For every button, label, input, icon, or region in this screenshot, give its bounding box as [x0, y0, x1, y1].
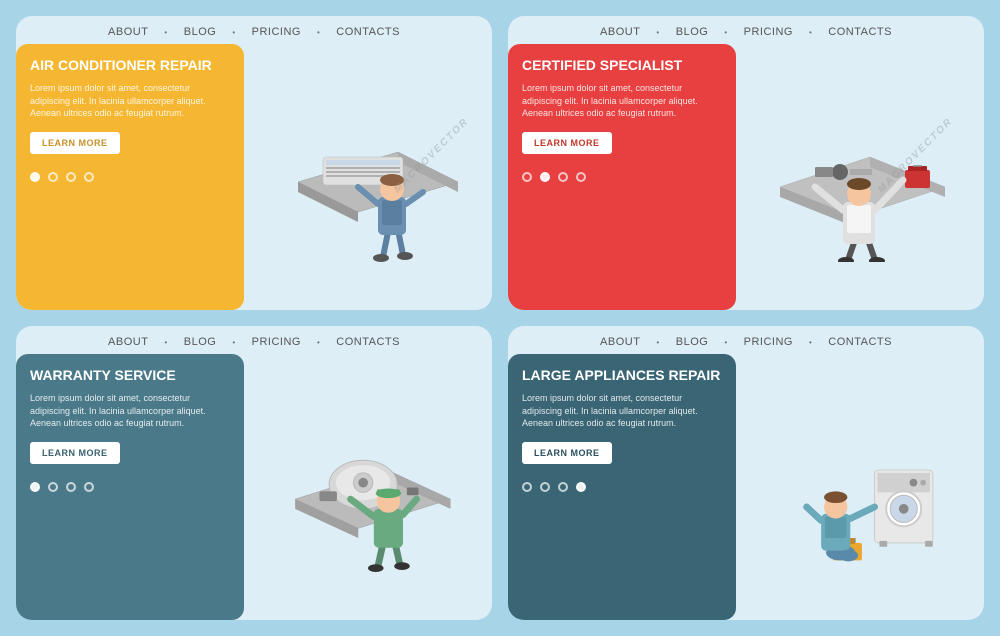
nav-about-2[interactable]: ABOUT [600, 26, 640, 38]
learn-more-btn-2[interactable]: LEARN MORE [522, 132, 612, 154]
figure-warranty [268, 402, 468, 572]
dot-2-3[interactable] [558, 172, 568, 182]
nav-about-1[interactable]: ABOUT [108, 26, 148, 38]
dot-2-4[interactable] [576, 172, 586, 182]
nav-about-3[interactable]: ABOUT [108, 336, 148, 348]
nav-dot-2a: • [656, 26, 659, 38]
nav-warranty: ABOUT • BLOG • PRICING • CONTACTS [16, 326, 492, 354]
nav-blog-3[interactable]: BLOG [184, 336, 217, 348]
dot-2-1[interactable] [522, 172, 532, 182]
dot-3-1[interactable] [30, 482, 40, 492]
nav-blog-4[interactable]: BLOG [676, 336, 709, 348]
card-warranty: ABOUT • BLOG • PRICING • CONTACTS WARRAN… [16, 326, 492, 620]
dot-1-1[interactable] [30, 172, 40, 182]
card-desc-1: Lorem ipsum dolor sit amet, consectetur … [30, 82, 230, 120]
nav-pricing-2[interactable]: PRICING [744, 26, 793, 38]
card-air-conditioner: ABOUT • BLOG • PRICING • CONTACTS AIR CO… [16, 16, 492, 310]
card-left-4: LARGE APPLIANCES REPAIR Lorem ipsum dolo… [508, 354, 736, 620]
card-body-4: LARGE APPLIANCES REPAIR Lorem ipsum dolo… [508, 354, 984, 620]
card-left-1: AIR CONDITIONER REPAIR Lorem ipsum dolor… [16, 44, 244, 310]
nav-dot-3c: • [317, 336, 320, 348]
nav-blog-2[interactable]: BLOG [676, 26, 709, 38]
card-desc-2: Lorem ipsum dolor sit amet, consectetur … [522, 82, 722, 120]
nav-dot-4c: • [809, 336, 812, 348]
learn-more-btn-4[interactable]: LEARN MORE [522, 442, 612, 464]
figure-large-appliances [760, 402, 960, 572]
nav-contacts-2[interactable]: CONTACTS [828, 26, 892, 38]
dot-4-1[interactable] [522, 482, 532, 492]
card-image-3 [244, 354, 492, 620]
learn-more-btn-3[interactable]: LEARN MORE [30, 442, 120, 464]
nav-large-appliances: ABOUT • BLOG • PRICING • CONTACTS [508, 326, 984, 354]
indicator-dots-4 [522, 482, 722, 492]
card-large-appliances: ABOUT • BLOG • PRICING • CONTACTS LARGE … [508, 326, 984, 620]
card-title-3: WARRANTY SERVICE [30, 366, 230, 384]
nav-dot-1b: • [232, 26, 235, 38]
card-body-3: WARRANTY SERVICE Lorem ipsum dolor sit a… [16, 354, 492, 620]
main-grid: ABOUT • BLOG • PRICING • CONTACTS AIR CO… [0, 0, 1000, 636]
nav-contacts-3[interactable]: CONTACTS [336, 336, 400, 348]
nav-dot-2b: • [724, 26, 727, 38]
dot-1-2[interactable] [48, 172, 58, 182]
card-image-1: MACROVECTOR [244, 44, 492, 310]
nav-dot-3a: • [164, 336, 167, 348]
card-left-3: WARRANTY SERVICE Lorem ipsum dolor sit a… [16, 354, 244, 620]
nav-dot-4b: • [724, 336, 727, 348]
card-desc-3: Lorem ipsum dolor sit amet, consectetur … [30, 392, 230, 430]
card-image-2: MACROVECTOR [736, 44, 984, 310]
nav-certified: ABOUT • BLOG • PRICING • CONTACTS [508, 16, 984, 44]
indicator-dots-2 [522, 172, 722, 182]
nav-about-4[interactable]: ABOUT [600, 336, 640, 348]
figure-certified [760, 92, 960, 262]
dot-4-2[interactable] [540, 482, 550, 492]
card-body-1: AIR CONDITIONER REPAIR Lorem ipsum dolor… [16, 44, 492, 310]
figure-air-conditioner [268, 92, 468, 262]
nav-blog-1[interactable]: BLOG [184, 26, 217, 38]
dot-4-4[interactable] [576, 482, 586, 492]
card-title-4: LARGE APPLIANCES REPAIR [522, 366, 722, 384]
dot-3-3[interactable] [66, 482, 76, 492]
card-desc-4: Lorem ipsum dolor sit amet, consectetur … [522, 392, 722, 430]
learn-more-btn-1[interactable]: LEARN MORE [30, 132, 120, 154]
card-title-1: AIR CONDITIONER REPAIR [30, 56, 230, 74]
nav-dot-2c: • [809, 26, 812, 38]
nav-contacts-4[interactable]: CONTACTS [828, 336, 892, 348]
card-title-2: CERTIFIED SPECIALIST [522, 56, 722, 74]
nav-dot-1c: • [317, 26, 320, 38]
nav-pricing-3[interactable]: PRICING [252, 336, 301, 348]
indicator-dots-3 [30, 482, 230, 492]
nav-dot-1a: • [164, 26, 167, 38]
dot-2-2[interactable] [540, 172, 550, 182]
card-image-4 [736, 354, 984, 620]
card-certified: ABOUT • BLOG • PRICING • CONTACTS CERTIF… [508, 16, 984, 310]
card-left-2: CERTIFIED SPECIALIST Lorem ipsum dolor s… [508, 44, 736, 310]
nav-dot-3b: • [232, 336, 235, 348]
nav-pricing-1[interactable]: PRICING [252, 26, 301, 38]
nav-pricing-4[interactable]: PRICING [744, 336, 793, 348]
nav-dot-4a: • [656, 336, 659, 348]
dot-1-3[interactable] [66, 172, 76, 182]
nav-air-conditioner: ABOUT • BLOG • PRICING • CONTACTS [16, 16, 492, 44]
indicator-dots-1 [30, 172, 230, 182]
dot-3-4[interactable] [84, 482, 94, 492]
dot-3-2[interactable] [48, 482, 58, 492]
nav-contacts-1[interactable]: CONTACTS [336, 26, 400, 38]
dot-4-3[interactable] [558, 482, 568, 492]
dot-1-4[interactable] [84, 172, 94, 182]
card-body-2: CERTIFIED SPECIALIST Lorem ipsum dolor s… [508, 44, 984, 310]
